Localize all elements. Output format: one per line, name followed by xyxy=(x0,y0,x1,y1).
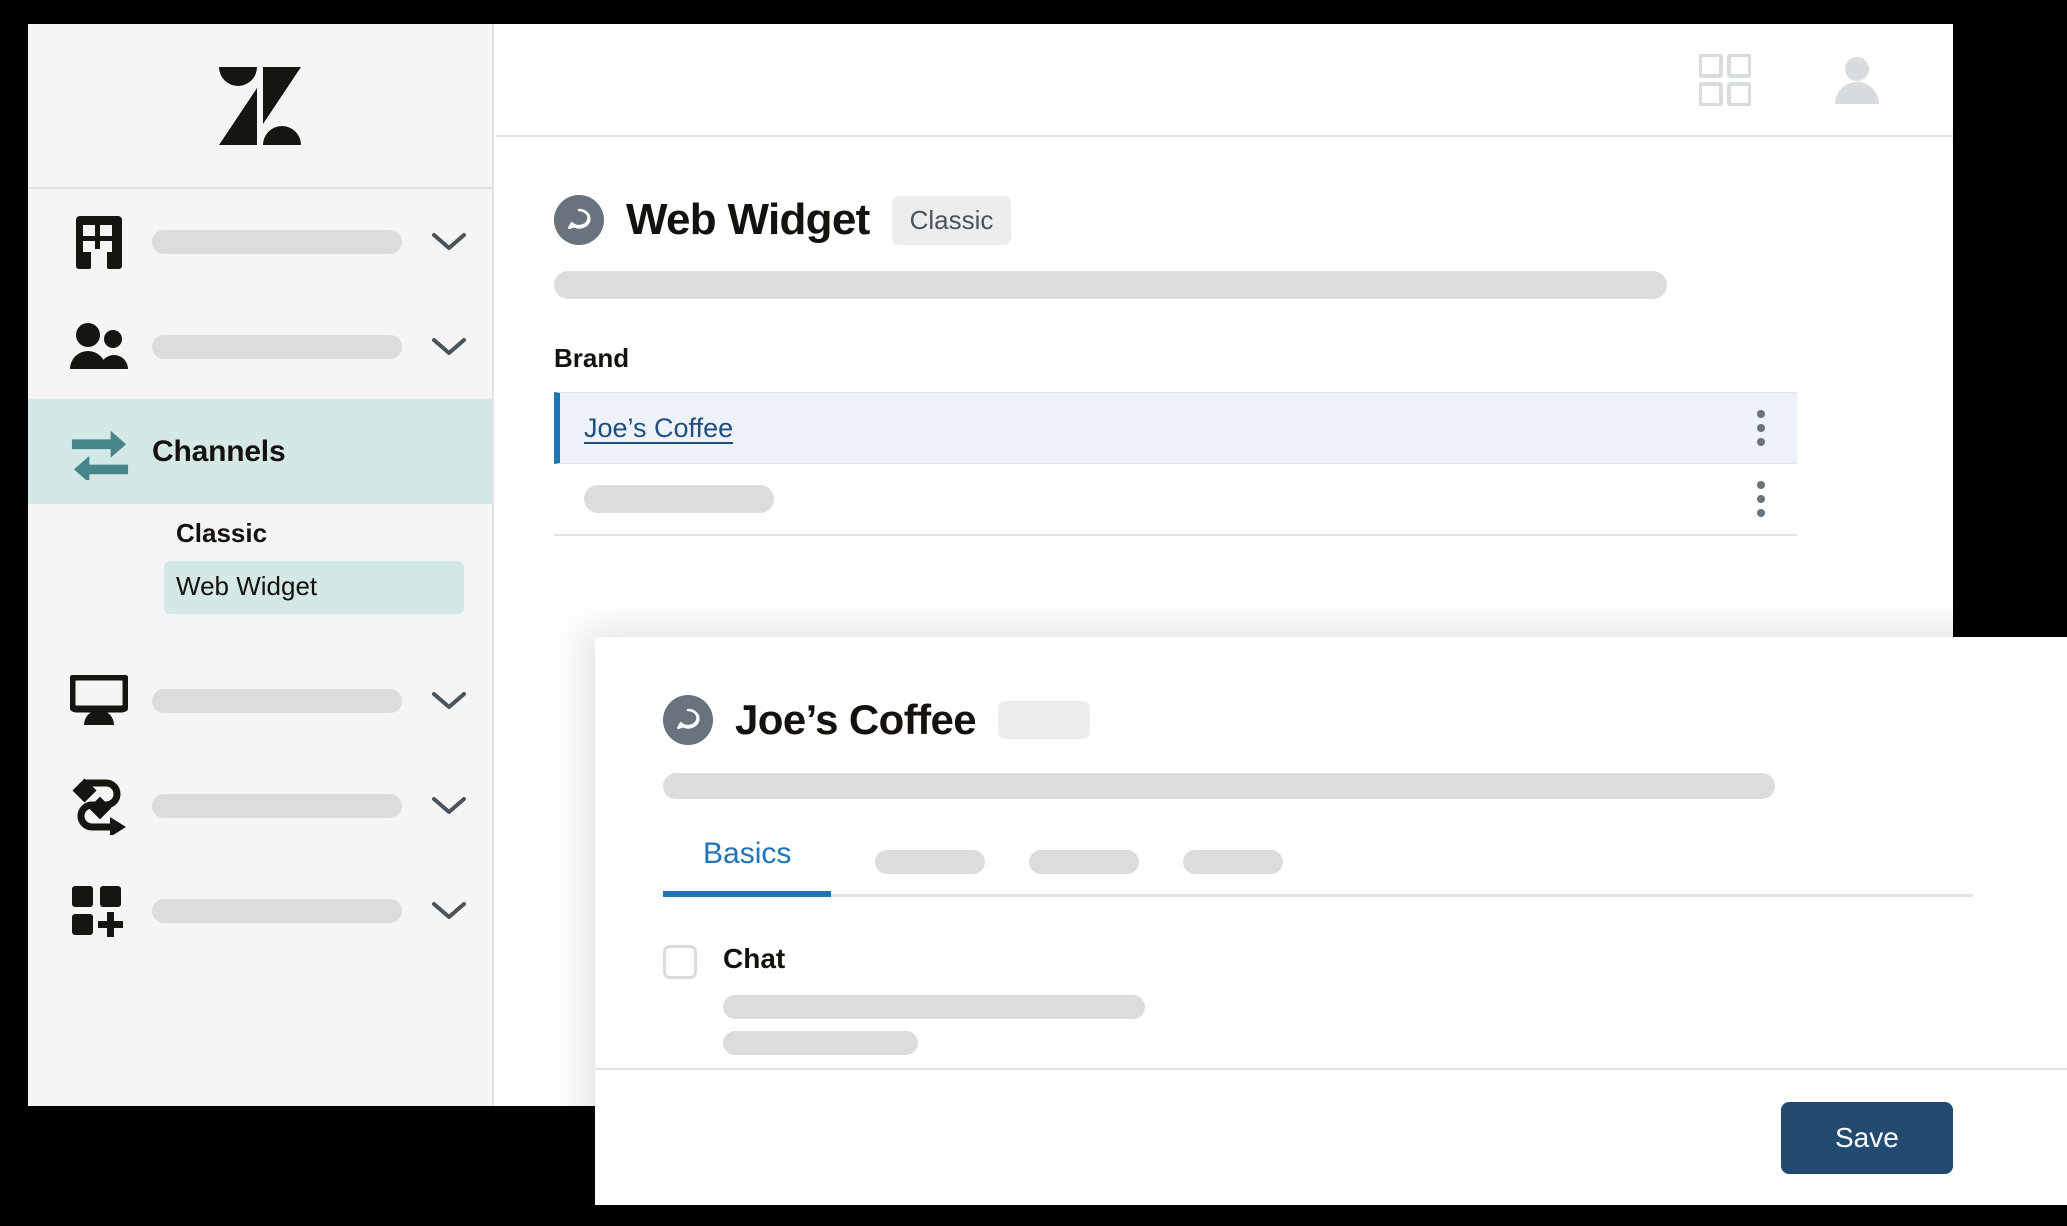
sidebar-item-people[interactable] xyxy=(28,294,492,399)
sidebar-item-channels[interactable]: Channels xyxy=(28,399,492,504)
page-title: Web Widget xyxy=(626,195,870,244)
chat-bubble-icon xyxy=(663,695,713,745)
modal-title-badge-placeholder xyxy=(998,701,1090,739)
brand-section-label: Brand xyxy=(554,343,630,373)
chevron-down-icon[interactable] xyxy=(432,901,466,921)
page-title-row: Web Widget Classic xyxy=(554,195,1953,245)
sidebar-item-objects-rules[interactable] xyxy=(28,753,492,858)
modal-body: Joe’s Coffee Basics Chat xyxy=(595,637,2067,1055)
chevron-down-icon[interactable] xyxy=(432,232,466,252)
tab-secondary-2[interactable] xyxy=(1029,850,1140,894)
monitor-icon xyxy=(70,674,130,727)
sidebar-item-label-placeholder xyxy=(152,688,402,713)
description-line xyxy=(723,995,1145,1019)
brand-settings-modal: Joe’s Coffee Basics Chat Save xyxy=(595,637,2067,1205)
sidebar-item-accounts[interactable] xyxy=(28,189,492,294)
sidebar-item-label-placeholder xyxy=(152,229,402,254)
kebab-menu-icon[interactable] xyxy=(1751,475,1771,523)
tab-label: Basics xyxy=(703,837,792,870)
chat-field-description xyxy=(723,995,2067,1055)
page-title-badge: Classic xyxy=(891,195,1012,245)
description-line xyxy=(723,1031,918,1055)
page-description-placeholder xyxy=(554,271,1667,299)
screenshot-root: Channels Classic Web Widget Web Widget C… xyxy=(0,0,2067,1226)
brand-label-placeholder xyxy=(584,485,774,513)
sidebar-subsection-header: Classic xyxy=(176,518,268,548)
modal-description-placeholder xyxy=(663,773,1775,799)
chat-checkbox[interactable] xyxy=(663,945,697,979)
sidebar-item-workspaces[interactable] xyxy=(28,648,492,753)
modal-title-row: Joe’s Coffee xyxy=(663,695,2067,745)
people-icon xyxy=(70,322,130,372)
sidebar-item-label: Channels xyxy=(152,434,286,468)
sidebar-item-label-placeholder xyxy=(152,334,402,359)
tab-label-placeholder xyxy=(1029,850,1140,874)
modal-footer: Save xyxy=(595,1068,2067,1205)
tab-basics[interactable]: Basics xyxy=(663,837,832,897)
kebab-menu-icon[interactable] xyxy=(1751,404,1771,452)
channels-arrows-icon xyxy=(70,424,130,480)
brand-link[interactable]: Joe’s Coffee xyxy=(584,413,733,444)
brand-list: Joe’s Coffee xyxy=(554,392,1797,536)
apps-grid-icon[interactable] xyxy=(1699,53,1751,106)
chat-field-row: Chat xyxy=(663,943,2067,979)
topbar xyxy=(496,24,1953,137)
chat-bubble-icon xyxy=(554,195,604,245)
building-icon xyxy=(70,214,130,270)
chevron-down-icon[interactable] xyxy=(432,796,466,816)
sidebar-item-label-placeholder xyxy=(152,793,402,818)
modal-tabs: Basics xyxy=(663,837,1973,897)
content-body: Web Widget Classic Brand Joe’s Coffee xyxy=(496,137,1953,536)
sidebar-item-web-widget[interactable]: Web Widget xyxy=(164,561,464,614)
tab-secondary-1[interactable] xyxy=(875,850,986,894)
apps-add-icon xyxy=(70,884,130,938)
sidebar-item-apps-integrations[interactable] xyxy=(28,858,492,963)
zendesk-logo-icon xyxy=(219,66,301,145)
chat-field-label: Chat xyxy=(723,943,786,974)
table-row[interactable] xyxy=(554,464,1797,536)
save-button[interactable]: Save xyxy=(1781,1101,1953,1174)
workflow-icon xyxy=(70,777,130,835)
tab-label-placeholder xyxy=(1183,850,1284,874)
sidebar-subsection-classic: Classic Web Widget xyxy=(28,504,492,624)
chevron-down-icon[interactable] xyxy=(432,691,466,711)
chevron-down-icon[interactable] xyxy=(432,337,466,357)
sidebar: Channels Classic Web Widget xyxy=(28,24,494,1106)
table-row[interactable]: Joe’s Coffee xyxy=(554,392,1797,464)
modal-title: Joe’s Coffee xyxy=(735,696,977,743)
sidebar-logo-area xyxy=(28,24,492,189)
tab-label-placeholder xyxy=(875,850,986,874)
sidebar-item-label-placeholder xyxy=(152,898,402,923)
tab-secondary-3[interactable] xyxy=(1183,850,1284,894)
user-avatar-icon[interactable] xyxy=(1831,54,1883,106)
